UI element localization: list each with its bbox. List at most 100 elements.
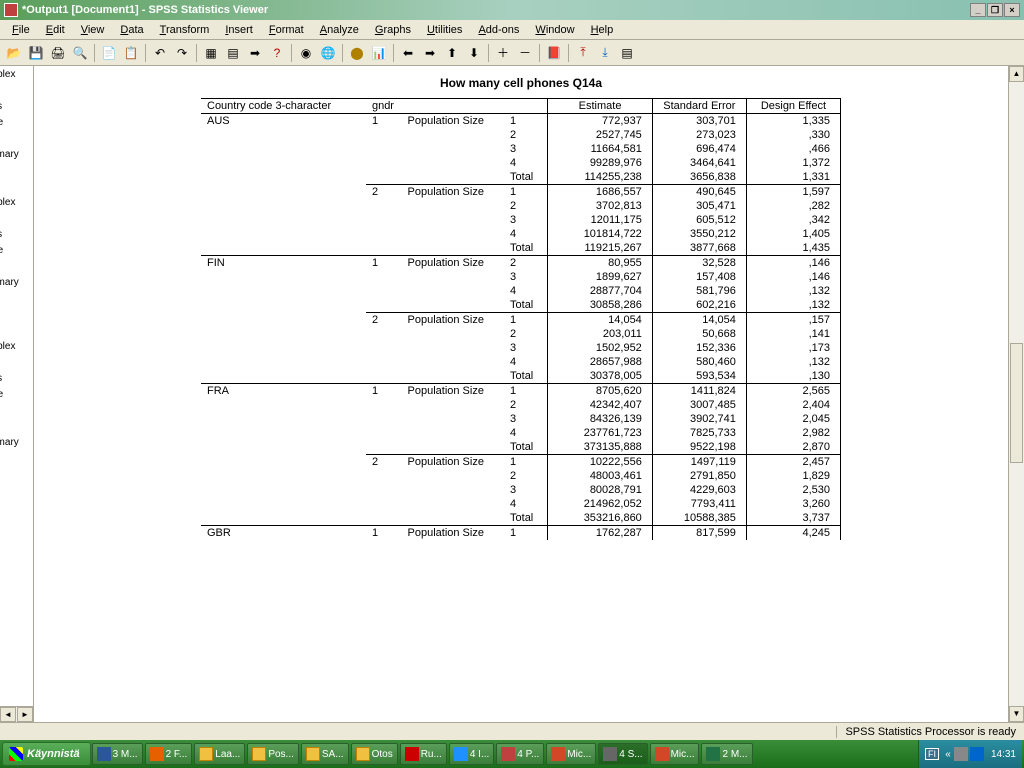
table-row[interactable]: Total119215,2673877,6681,435	[201, 241, 841, 256]
tray-clock[interactable]: 14:31	[991, 749, 1016, 760]
outline-item[interactable]: Title	[0, 354, 34, 370]
taskbar-item[interactable]: Ru...	[400, 743, 447, 765]
system-tray[interactable]: FI « 14:31	[918, 740, 1022, 768]
table-row[interactable]: 312011,175605,512,342	[201, 213, 841, 227]
table-row[interactable]: 4214962,0527793,4113,260	[201, 497, 841, 511]
designate-icon[interactable]: ⬤	[347, 43, 367, 63]
taskbar-item[interactable]: SA...	[301, 743, 349, 765]
outline-item[interactable]: How	[0, 402, 34, 418]
table-row[interactable]: 31502,952152,336,173	[201, 341, 841, 355]
minus-icon[interactable]: －	[515, 43, 535, 63]
outline-item[interactable]: Plot	[0, 418, 34, 434]
book-icon[interactable]: 📕	[544, 43, 564, 63]
outline-item[interactable]: Summary	[0, 146, 34, 162]
outline-item[interactable]: Title	[0, 82, 34, 98]
outline-item[interactable]: Title	[0, 210, 34, 226]
undo-icon[interactable]: ↶	[150, 43, 170, 63]
scroll-right-icon[interactable]: ►	[17, 707, 33, 722]
tray-expand-icon[interactable]: «	[943, 749, 953, 760]
outline-item[interactable]: Summary	[0, 274, 34, 290]
outline-item[interactable]: Log	[0, 322, 34, 338]
outline-item[interactable]	[0, 306, 34, 322]
menu-analyze[interactable]: Analyze	[312, 22, 367, 38]
pivot-table[interactable]: Country code 3-character gndr Estimate S…	[201, 98, 841, 540]
taskbar-item[interactable]: Otos	[351, 743, 398, 765]
recall-icon[interactable]: 📋	[121, 43, 141, 63]
outline-item[interactable]: Notes	[0, 226, 34, 242]
menu-window[interactable]: Window	[527, 22, 582, 38]
arrow-down-icon[interactable]: ⬇	[464, 43, 484, 63]
menu-data[interactable]: Data	[112, 22, 151, 38]
taskbar-item[interactable]: Mic...	[546, 743, 596, 765]
dialog-info-icon[interactable]: ?	[267, 43, 287, 63]
outline-item[interactable]: Complex	[0, 338, 34, 354]
table-row[interactable]: 4101814,7223550,2121,405	[201, 227, 841, 241]
table-row[interactable]: Total30858,286602,216,132	[201, 298, 841, 313]
menu-edit[interactable]: Edit	[38, 22, 73, 38]
taskbar-item[interactable]: Laa...	[194, 743, 245, 765]
goto-data-icon[interactable]: ▦	[201, 43, 221, 63]
menu-utilities[interactable]: Utilities	[419, 22, 470, 38]
outline-item[interactable]: Plot	[0, 130, 34, 146]
outline-hscroll[interactable]: ◄ ►	[0, 706, 33, 722]
table-row[interactable]: Total373135,8889522,1982,870	[201, 440, 841, 455]
outline-item[interactable]: Complex	[0, 66, 34, 82]
table-row[interactable]: 2Population Size114,05414,054,157	[201, 313, 841, 328]
outline-pane[interactable]: ComplexTitleNotesActivePlotSummaryLogCom…	[0, 66, 34, 722]
outline-item[interactable]	[0, 162, 34, 178]
menu-format[interactable]: Format	[261, 22, 312, 38]
taskbar-item[interactable]: Mic...	[650, 743, 700, 765]
table-row[interactable]: FIN1Population Size280,95532,528,146	[201, 256, 841, 271]
open-icon[interactable]: 📂	[4, 43, 24, 63]
scroll-track[interactable]	[1009, 82, 1024, 706]
globe-icon[interactable]: 🌐	[318, 43, 338, 63]
outline-item[interactable]: Active	[0, 386, 34, 402]
outline-item[interactable]: Active	[0, 114, 34, 130]
taskbar-item[interactable]: 2 M...	[701, 743, 752, 765]
promote-icon[interactable]: ⤒	[573, 43, 593, 63]
restore-button[interactable]: ❐	[987, 3, 1003, 17]
table-row[interactable]: 428657,988580,460,132	[201, 355, 841, 369]
outline-item[interactable]: Log	[0, 178, 34, 194]
demote-icon[interactable]: ⤓	[595, 43, 615, 63]
outline-item[interactable]: Notes	[0, 98, 34, 114]
save-icon[interactable]: 💾	[26, 43, 46, 63]
goto-case-icon[interactable]: ▤	[223, 43, 243, 63]
table-row[interactable]: AUS1Population Size1772,937303,7011,335	[201, 114, 841, 129]
viewer-vscroll[interactable]: ▲ ▼	[1008, 66, 1024, 722]
table-row[interactable]: Total30378,005593,534,130	[201, 369, 841, 384]
table-row[interactable]: 242342,4073007,4852,404	[201, 398, 841, 412]
minimize-button[interactable]: _	[970, 3, 986, 17]
arrow-right-icon[interactable]: ➡	[420, 43, 440, 63]
redo-icon[interactable]: ↷	[172, 43, 192, 63]
tray-volume-icon[interactable]	[954, 747, 968, 761]
table-row[interactable]: 428877,704581,796,132	[201, 284, 841, 298]
table-row[interactable]: 4237761,7237825,7332,982	[201, 426, 841, 440]
outline-icon[interactable]: ▤	[617, 43, 637, 63]
scroll-up-icon[interactable]: ▲	[1009, 66, 1024, 82]
table-row[interactable]: 23702,813305,471,282	[201, 199, 841, 213]
scroll-left-icon[interactable]: ◄	[0, 707, 16, 722]
table-row[interactable]: Total114255,2383656,8381,331	[201, 170, 841, 185]
outline-item[interactable]: Summary	[0, 434, 34, 450]
arrow-left-icon[interactable]: ⬅	[398, 43, 418, 63]
scroll-down-icon[interactable]: ▼	[1009, 706, 1024, 722]
menu-add-ons[interactable]: Add-ons	[470, 22, 527, 38]
outline-item[interactable]: Active	[0, 242, 34, 258]
table-row[interactable]: 311664,581696,474,466	[201, 142, 841, 156]
menu-file[interactable]: File	[4, 22, 38, 38]
table-row[interactable]: 2203,01150,668,141	[201, 327, 841, 341]
table-row[interactable]: 22527,745273,023,330	[201, 128, 841, 142]
menu-transform[interactable]: Transform	[152, 22, 218, 38]
menu-view[interactable]: View	[73, 22, 113, 38]
menu-insert[interactable]: Insert	[217, 22, 261, 38]
table-row[interactable]: 2Population Size11686,557490,6451,597	[201, 185, 841, 200]
taskbar-item[interactable]: 4 P...	[496, 743, 544, 765]
taskbar-item[interactable]: 4 S...	[598, 743, 647, 765]
table-row[interactable]: 248003,4612791,8501,829	[201, 469, 841, 483]
table-row[interactable]: GBR1Population Size11762,287817,5994,245	[201, 526, 841, 541]
outline-item[interactable]: Notes	[0, 370, 34, 386]
tray-language[interactable]: FI	[925, 748, 939, 760]
table-row[interactable]: 2Population Size110222,5561497,1192,457	[201, 455, 841, 470]
menu-help[interactable]: Help	[583, 22, 622, 38]
